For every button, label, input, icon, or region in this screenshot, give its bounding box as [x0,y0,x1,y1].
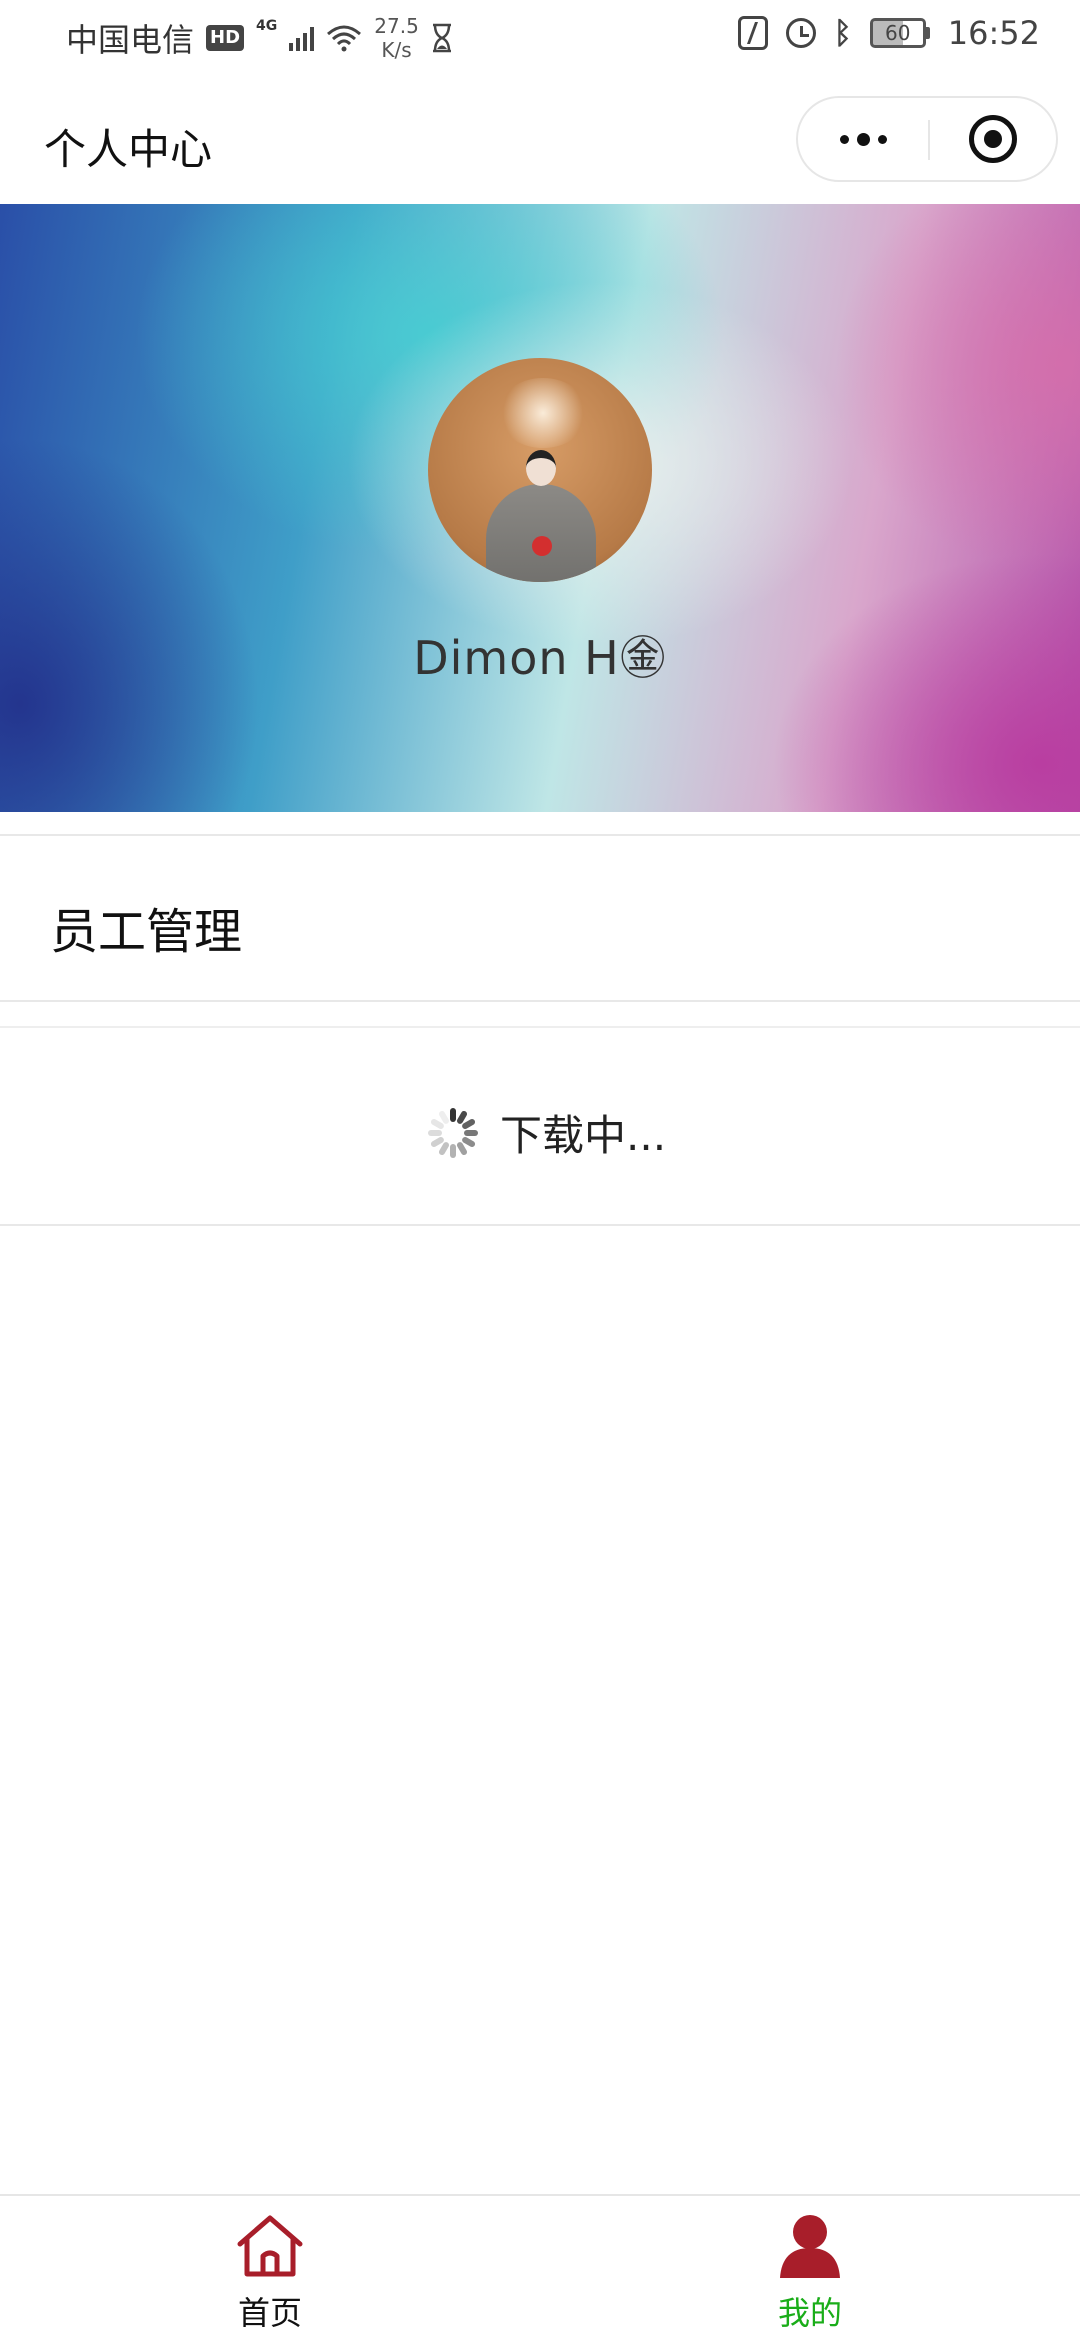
navigation-bar: 个人中心 [0,72,1080,204]
alarm-icon [785,18,816,48]
username: Dimon H㊎ [413,631,667,685]
mini-program-capsule [796,96,1058,182]
wifi-icon [327,25,362,52]
target-circle-icon [969,115,1017,163]
bluetooth-icon: ᛒ [833,15,852,51]
user-icon [780,2215,840,2278]
tab-home[interactable]: 首页 [0,2196,540,2340]
carrier-name: 中国电信 [66,21,195,59]
network-type: 4G [256,18,278,34]
page-title: 个人中心 [44,125,213,174]
tab-mine-label: 我的 [777,2294,842,2332]
hd-badge: HD [206,25,245,51]
hourglass-icon [432,23,451,53]
profile-banner: Dimon H㊎ [0,204,1080,812]
bottom-tab-bar: 首页 我的 [0,2194,1080,2340]
more-options-button[interactable] [798,98,928,180]
menu-item-staff-management[interactable]: 员工管理 [0,834,1080,1002]
status-left: 中国电信 HD 4G 27.5 K/s [66,14,453,62]
home-icon [237,2215,303,2277]
clock-time: 16:52 [947,14,1040,52]
more-dots-icon [839,132,887,146]
avatar[interactable] [428,358,652,582]
speed-value: 27.5 [374,14,419,38]
loading-indicator: 下载中... [428,1102,666,1163]
battery-level: 60 [869,18,926,48]
status-bar: 中国电信 HD 4G 27.5 K/s ᛒ 60 16:52 [0,0,1080,72]
battery-icon: 60 [869,18,930,48]
tab-home-label: 首页 [237,2294,302,2332]
loading-text: 下载中... [500,1111,667,1160]
nfc-icon [737,16,768,50]
spinner-icon [428,1107,478,1158]
tab-mine[interactable]: 我的 [540,2196,1080,2340]
menu-item-label: 员工管理 [50,904,243,960]
network-speed: 27.5 K/s [374,14,419,62]
close-mini-program-button[interactable] [930,98,1056,180]
signal-icon [289,25,315,51]
status-right: ᛒ 60 16:52 [737,14,1040,52]
loading-section: 下载中... [0,1026,1080,1226]
speed-unit: K/s [381,38,412,62]
